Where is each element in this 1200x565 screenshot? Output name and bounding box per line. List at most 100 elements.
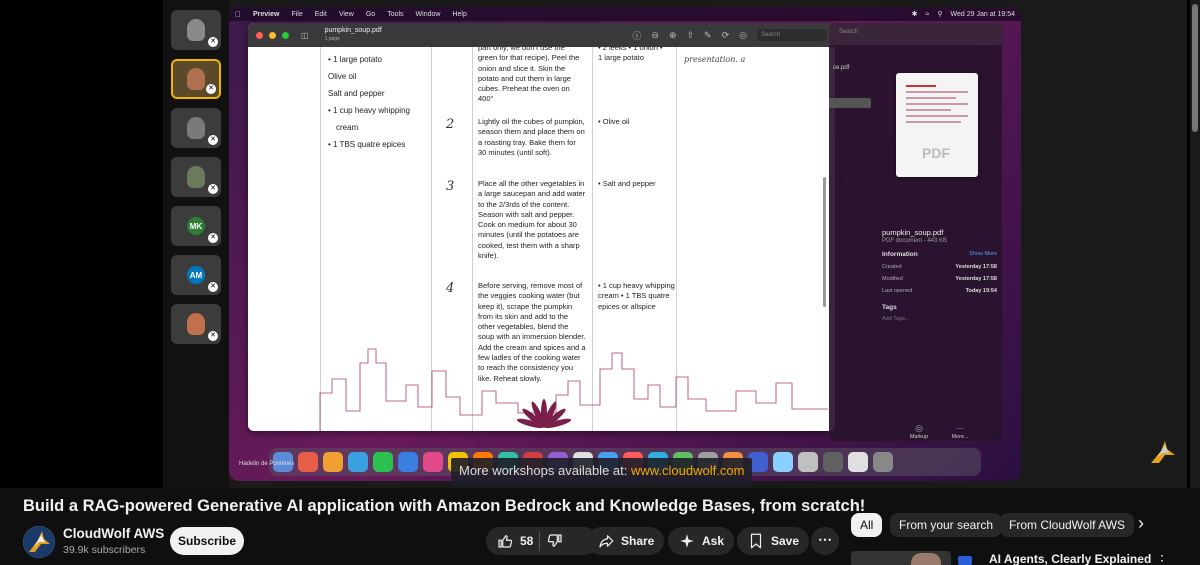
info-value: Yesterday 17:58 [955, 276, 997, 282]
close-dot-icon [256, 31, 263, 39]
more-actions-button[interactable]: ⋯ [811, 527, 839, 555]
workshop-text: More workshops available at: [459, 463, 631, 478]
ingredient: • 1 TBS quatre epices [328, 140, 406, 149]
mic-muted-icon: ✕ [208, 184, 218, 194]
chip-all[interactable]: All [851, 513, 883, 537]
mac-desktop:  Preview File Edit View Go Tools Window… [229, 7, 1021, 481]
participant-strip: ✕ ✕ ✕ ✕ MK ✕ AM ✕ ✕ [163, 0, 229, 488]
markup-icon: ◎ [915, 423, 923, 433]
file-kind: PDF document - 443 KB [882, 238, 948, 244]
preview-toolbar: ◫ pumpkin_soup.pdf 1 page ⓘ ⊖ ⊕ ⇧ ✎ ⟳ ◎ … [248, 23, 835, 47]
pdf-scrollbar [823, 177, 826, 307]
ingredient: • 1 large potato [328, 55, 382, 64]
ingredient: • 1 cup heavy whipping [328, 106, 410, 115]
like-button[interactable]: 58 [496, 532, 533, 550]
chip-from-your-search[interactable]: From your search [890, 513, 1003, 537]
share-label: Share [621, 534, 655, 548]
participant-avatar [187, 19, 205, 41]
subscribe-button[interactable]: Subscribe [170, 527, 244, 555]
video-title: Build a RAG-powered Generative AI applic… [23, 497, 866, 515]
step-ingredients: • Olive oil [598, 117, 630, 126]
info-row: Last opened Today 19:54 [882, 288, 997, 294]
youtube-watch-page: ✕✕✕✕MK✕AM✕✕  Preview File Edit View Go … [0, 0, 1200, 565]
step-number: 4 [446, 281, 455, 296]
dock-app-icon [298, 452, 318, 472]
bookmark-icon [750, 533, 762, 549]
rotate-icon: ⟳ [721, 29, 730, 40]
pdf-page: • 1 large potato Olive oil Salt and pepp… [256, 47, 828, 431]
share-icon: ⇧ [686, 29, 695, 40]
menu-item: Help [446, 10, 466, 18]
share-button[interactable]: Share [587, 527, 665, 555]
mic-muted-icon: ✕ [208, 282, 218, 292]
info-title: Information [882, 251, 918, 258]
menu-item: View [332, 10, 354, 18]
handwritten-note: presentation. a [684, 55, 746, 64]
participant-tile: ✕ [171, 10, 221, 50]
recommendation-title[interactable]: AI Agents, Clearly Explained [989, 552, 1151, 565]
dock-app-icon [348, 452, 368, 472]
tags-placeholder: Add Tags... [882, 316, 910, 322]
channel-name[interactable]: CloudWolf AWS [63, 526, 164, 541]
step-ingredients: • Salt and pepper [598, 179, 656, 188]
ask-button[interactable]: Ask [668, 527, 735, 555]
participant-tile: ✕ [171, 59, 221, 99]
preview-window: ◫ pumpkin_soup.pdf 1 page ⓘ ⊖ ⊕ ⇧ ✎ ⟳ ◎ … [248, 23, 835, 431]
page-scrollbar[interactable] [1190, 0, 1200, 488]
channel-avatar[interactable] [23, 526, 55, 558]
participant-tile: MK ✕ [171, 206, 221, 246]
step-number: 3 [446, 179, 455, 194]
participant-tile: ✕ [171, 304, 221, 344]
participant-initials: AM [187, 266, 205, 284]
info-row: Modified Yesterday 17:58 [882, 276, 997, 282]
zoom-dot-icon [282, 31, 289, 39]
bluetooth-icon: ✱ [911, 11, 918, 18]
menu-item: File [285, 10, 302, 18]
dock-app-icon [323, 452, 343, 472]
step1-ingredients: • 2 leeks • 1 onion • 1 large potato [598, 47, 663, 63]
preview-pages: 1 page [324, 36, 340, 42]
preview-title: pumpkin_soup.pdf 1 page [325, 27, 382, 43]
cloudwolf-logo-icon [1151, 441, 1175, 463]
participant-tile: ✕ [171, 108, 221, 148]
participant-avatar [187, 313, 205, 335]
info-icon: ⓘ [632, 30, 642, 41]
chip-from-channel[interactable]: From CloudWolf AWS [1000, 513, 1135, 537]
participant-tile: AM ✕ [171, 255, 221, 295]
ingredient: Salt and pepper [328, 89, 385, 98]
subscriber-count: 39.9k subscribers [63, 544, 146, 556]
kebab-menu-icon[interactable]: ⋮ [1155, 552, 1169, 565]
dock-app-icon [373, 452, 393, 472]
ellipsis-icon: ⋯ [818, 531, 832, 547]
info-label: Modified [882, 276, 903, 282]
menubar-clock: Wed 29 Jan at 19:54 [950, 10, 1015, 18]
info-label: Last opened [882, 288, 913, 294]
markup-label: Markup [909, 434, 929, 440]
chevron-right-icon[interactable]: › [1138, 513, 1144, 534]
share-icon [599, 535, 614, 548]
sparkle-icon [680, 534, 694, 548]
finder-side-label: ce.pdf [833, 65, 850, 71]
like-count: 58 [520, 534, 534, 548]
save-label: Save [771, 534, 800, 548]
finder-selection [829, 98, 871, 108]
menu-item: Go [359, 10, 375, 18]
speaker-name: Hadelin de Ponteves [239, 461, 295, 467]
video-player[interactable]: ✕✕✕✕MK✕AM✕✕  Preview File Edit View Go … [0, 0, 1200, 488]
participant-avatar [187, 117, 205, 139]
step-number: 2 [446, 117, 455, 132]
thumbs-up-icon [498, 535, 513, 548]
preview-tools: ⓘ ⊖ ⊕ ⇧ ✎ ⟳ ◎ Search [632, 29, 827, 42]
sidebar-icon: ◫ [301, 30, 309, 40]
left-ingredients: • 1 large potato Olive oil Salt and pepp… [328, 51, 428, 153]
recommendation-thumbnail[interactable] [851, 551, 951, 565]
divider [539, 531, 541, 551]
like-dislike-group: 58 [486, 527, 598, 555]
pdf-thumbnail: PDF [896, 73, 978, 177]
finder-toolbar: Search [829, 23, 1002, 45]
more-button: ⋯ More... [945, 423, 975, 440]
info-header: Information Show More [882, 251, 997, 258]
dislike-button[interactable] [546, 532, 564, 550]
dock-app-icon [798, 452, 818, 472]
save-button[interactable]: Save [737, 527, 810, 555]
